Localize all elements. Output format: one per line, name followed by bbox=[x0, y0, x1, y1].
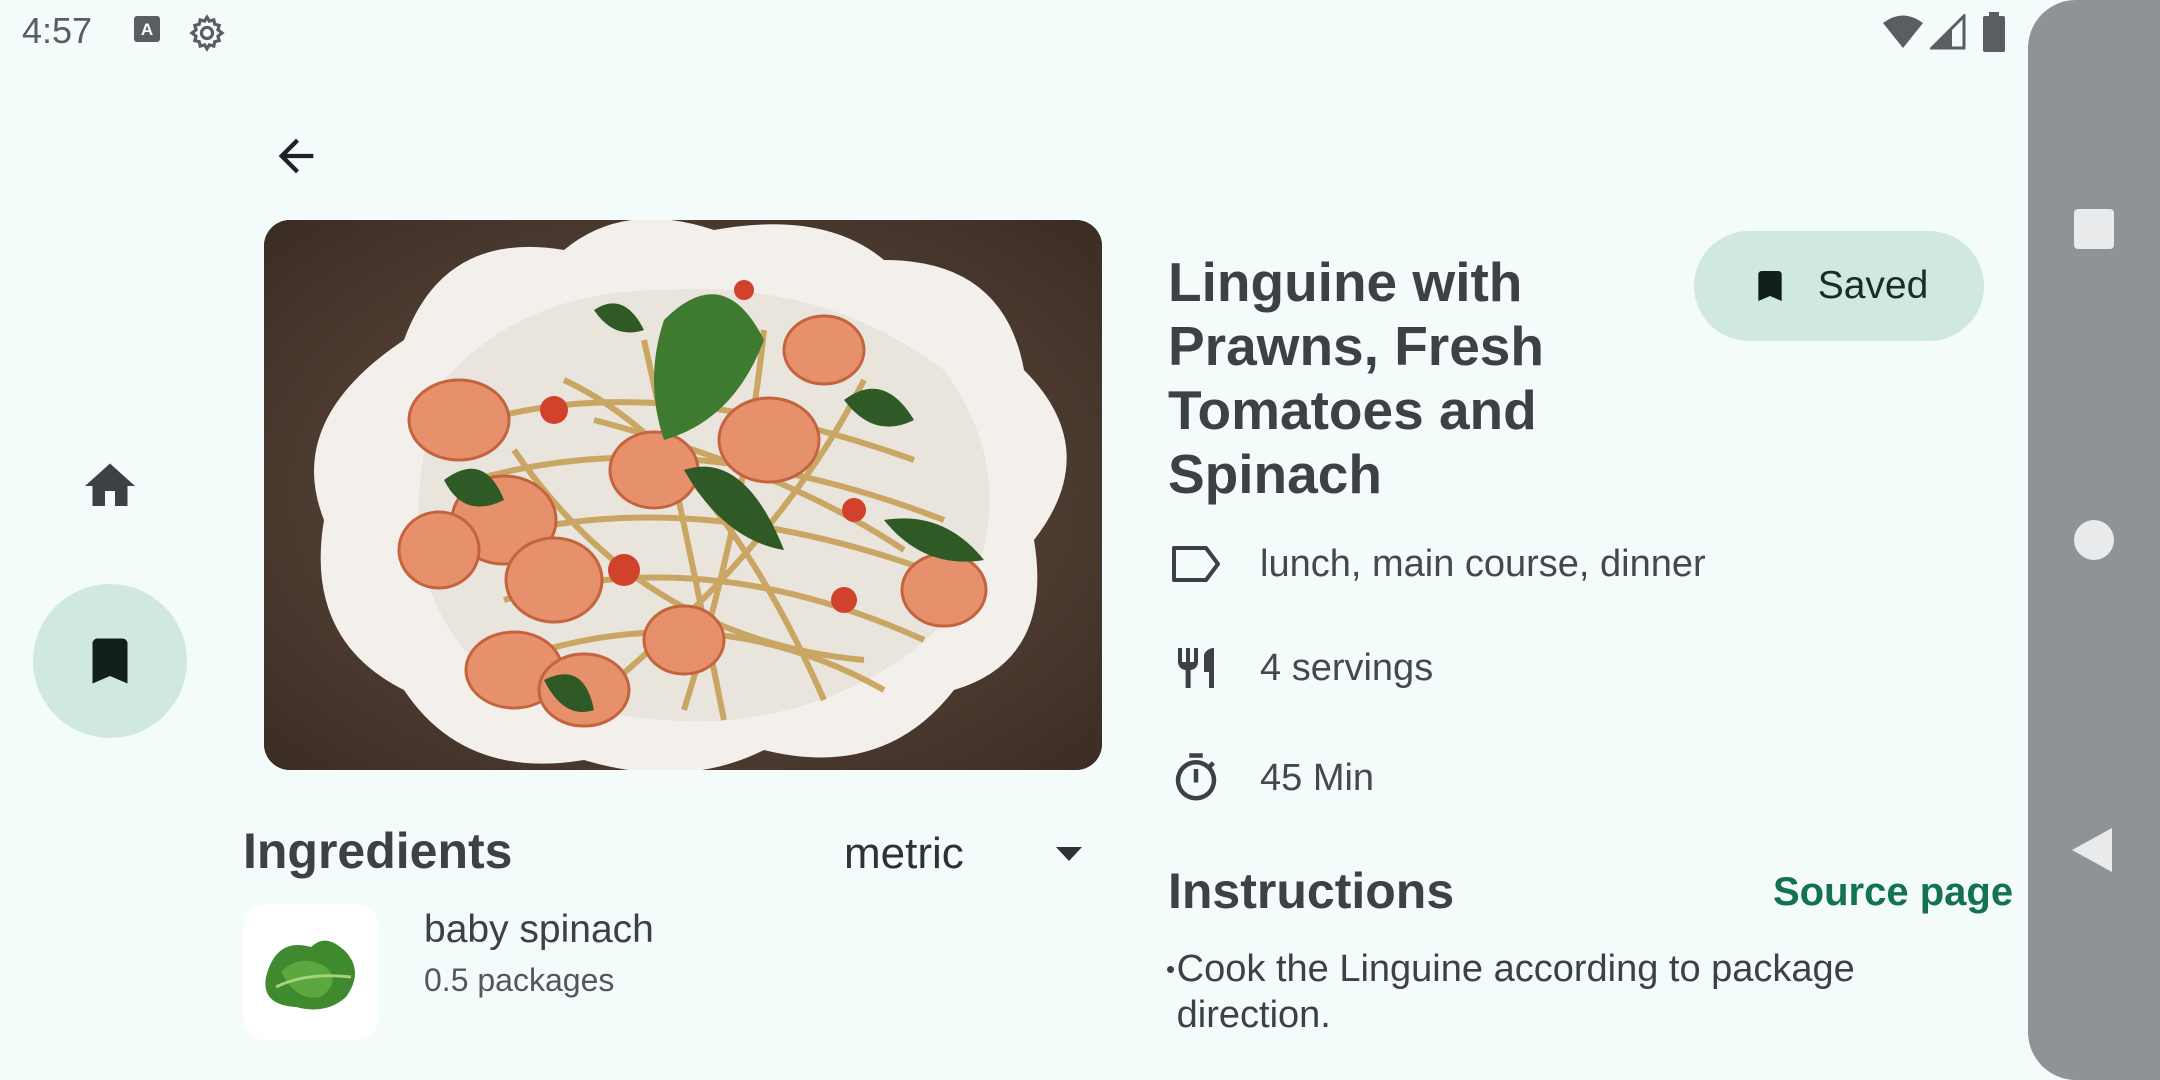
ingredient-name: baby spinach bbox=[424, 908, 654, 951]
cell-signal-icon bbox=[1928, 12, 1966, 55]
nav-saved-button[interactable] bbox=[33, 584, 187, 738]
bookmark-icon bbox=[1758, 271, 1782, 301]
recents-button[interactable] bbox=[2073, 208, 2115, 255]
tags-row: lunch, main course, dinner bbox=[1168, 536, 1706, 592]
units-value: metric bbox=[844, 829, 964, 878]
ingredient-thumbnail bbox=[243, 904, 379, 1040]
recipe-title: Linguine with Prawns, Fresh Tomatoes and… bbox=[1168, 251, 1544, 505]
ingredients-heading: Ingredients bbox=[243, 823, 513, 879]
keyboard-a-icon: A bbox=[132, 14, 162, 49]
back-arrow-icon bbox=[278, 138, 314, 174]
svg-text:A: A bbox=[141, 20, 153, 39]
tags-text: lunch, main course, dinner bbox=[1260, 542, 1706, 585]
units-dropdown[interactable]: metric bbox=[844, 826, 1084, 882]
source-page-link[interactable]: Source page bbox=[1773, 870, 2013, 915]
settings-gear-icon bbox=[188, 14, 226, 57]
home-system-button[interactable] bbox=[2072, 518, 2116, 567]
back-arrow-button[interactable] bbox=[268, 128, 324, 184]
servings-text: 4 servings bbox=[1260, 646, 1434, 689]
recipe-photo bbox=[264, 220, 1102, 770]
instruction-step: • Cook the Linguine according to package… bbox=[1166, 946, 1926, 1038]
nav-home-button[interactable] bbox=[72, 448, 148, 524]
saved-button[interactable]: Saved bbox=[1694, 231, 1984, 341]
time-text: 45 Min bbox=[1260, 756, 1375, 799]
timer-icon bbox=[1168, 750, 1224, 806]
saved-label: Saved bbox=[1817, 264, 1929, 307]
bookmark-icon bbox=[92, 638, 128, 684]
wifi-icon bbox=[1882, 14, 1924, 55]
back-system-button[interactable] bbox=[2070, 826, 2114, 879]
label-tag-icon bbox=[1168, 536, 1224, 592]
recents-square-icon bbox=[2074, 209, 2114, 249]
restaurant-icon bbox=[1168, 640, 1224, 696]
home-icon bbox=[85, 463, 135, 506]
battery-icon bbox=[1982, 12, 2006, 57]
ingredient-quantity: 0.5 packages bbox=[424, 962, 615, 998]
step-bullet: • bbox=[1166, 954, 1176, 984]
status-time: 4:57 bbox=[22, 10, 93, 51]
back-triangle-icon bbox=[2072, 828, 2112, 872]
instructions-heading: Instructions bbox=[1168, 863, 1455, 919]
time-row: 45 Min bbox=[1168, 750, 1374, 806]
dropdown-arrow-icon bbox=[1056, 847, 1082, 861]
servings-row: 4 servings bbox=[1168, 640, 1433, 696]
instruction-step-text: Cook the Linguine according to package d… bbox=[1176, 948, 1855, 1036]
home-circle-icon bbox=[2074, 520, 2114, 560]
